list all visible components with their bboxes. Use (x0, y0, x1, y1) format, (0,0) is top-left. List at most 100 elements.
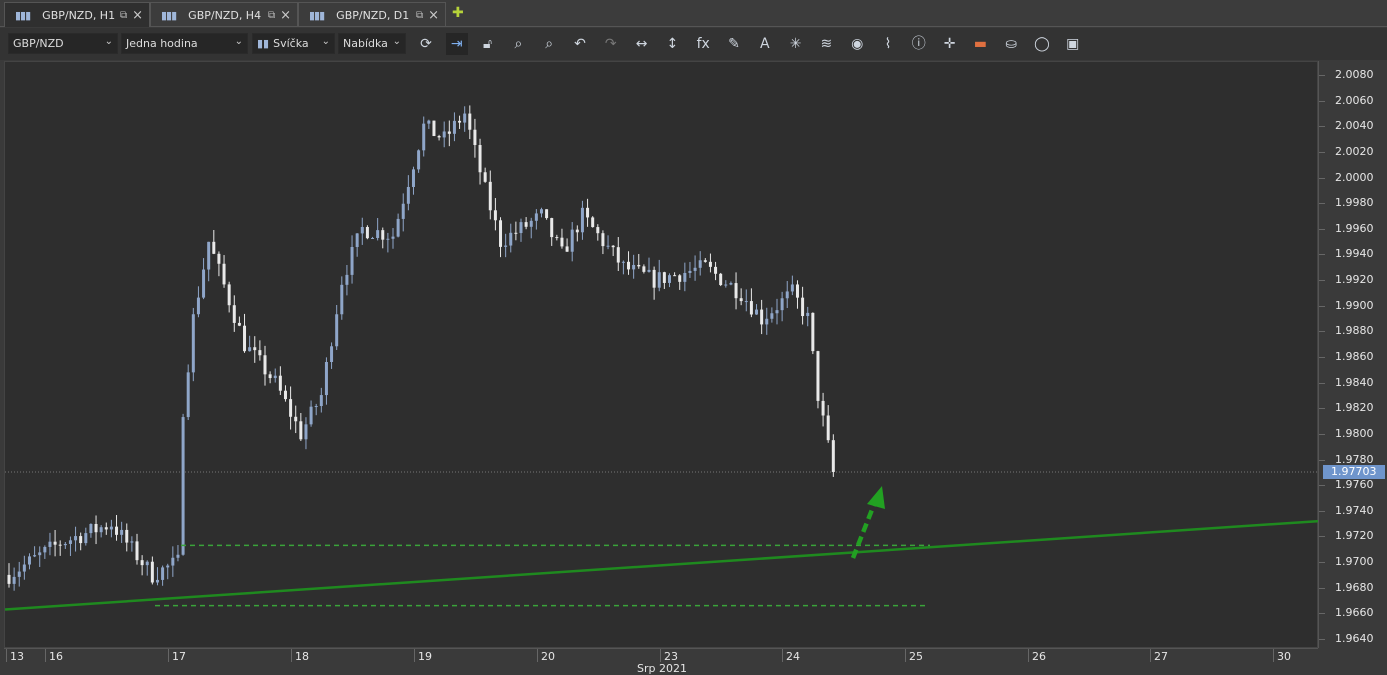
candle-body (785, 291, 789, 299)
text-tool-icon[interactable]: A (754, 33, 776, 55)
candle-body (171, 557, 175, 566)
up-arrow-shaft (850, 501, 878, 559)
detach-icon[interactable]: ⧉ (120, 10, 127, 21)
candle-body (642, 266, 646, 272)
candle-body (514, 232, 518, 234)
candle-body (263, 355, 267, 375)
vertical-resize-icon[interactable]: ↕ (661, 33, 683, 55)
candle-body (724, 284, 728, 286)
close-icon[interactable]: × (132, 8, 143, 23)
candle-body (678, 275, 682, 282)
refresh-icon[interactable]: ⟳ (415, 33, 437, 55)
candle-body (586, 207, 590, 218)
color-palette-icon[interactable]: ▬ (969, 33, 991, 55)
save-icon[interactable]: ▣ (1062, 33, 1084, 55)
candle-body (504, 245, 508, 247)
candle-body (396, 218, 400, 237)
price-label: 1.9960 (1335, 221, 1374, 235)
candle-body (145, 561, 149, 566)
zoom-area-icon[interactable]: ⌕ (538, 33, 560, 55)
horizontal-resize-icon[interactable]: ↔ (631, 33, 653, 55)
price-tick (1319, 100, 1325, 102)
pencil-draw-icon[interactable]: ✎ (723, 33, 745, 55)
day-label: 24 (786, 650, 800, 663)
pattern-tool-icon[interactable]: ✳ (785, 33, 807, 55)
candle-body (478, 145, 482, 173)
candle-body (708, 261, 712, 267)
day-separator (660, 649, 661, 662)
symbol-select[interactable]: GBP/NZD ⌄ (8, 33, 118, 54)
candle-body (289, 399, 293, 417)
tab-gbpnzd-h1[interactable]: ▮▮▮ GBP/NZD, H1 ⧉ × (4, 2, 150, 27)
tab-gbpnzd-h4[interactable]: ▮▮▮ GBP/NZD, H4 ⧉ × (150, 2, 298, 27)
undo-icon[interactable]: ↶ (569, 33, 591, 55)
candle-body (104, 527, 108, 530)
price-type-select[interactable]: Nabídka ⌄ (338, 33, 406, 54)
candle-body (22, 564, 26, 572)
price-tick (1319, 75, 1325, 76)
close-icon[interactable]: × (280, 8, 291, 23)
price-label: 2.0040 (1335, 119, 1374, 133)
candle-body (53, 541, 57, 545)
template-icon[interactable]: ◯ (1031, 33, 1053, 55)
candle-body (780, 298, 784, 311)
candles-icon: ▮▮▮ (15, 8, 31, 22)
candle-body (340, 284, 344, 315)
info-icon[interactable]: ⓘ (908, 33, 930, 55)
indicators-fx-icon[interactable]: fx (692, 33, 714, 55)
candle-body (591, 217, 595, 228)
detach-icon[interactable]: ⧉ (268, 10, 275, 21)
fill-bucket-icon[interactable]: ⛀ (1000, 33, 1022, 55)
candle-body (499, 220, 503, 247)
day-label: 18 (295, 650, 309, 663)
chevron-down-icon: ⌄ (321, 36, 330, 47)
candles-icon: ▮▮▮ (309, 8, 325, 22)
candle-body (698, 260, 702, 268)
auto-scroll-icon[interactable]: ⇥ (445, 33, 468, 55)
redo-icon[interactable]: ↷ (600, 33, 622, 55)
price-label: 2.0080 (1335, 68, 1374, 81)
candle-body (560, 237, 564, 247)
day-separator (168, 649, 169, 662)
candle-body (278, 375, 282, 391)
candle-body (38, 552, 42, 556)
candle-body (570, 229, 574, 252)
visibility-eye-icon[interactable]: ◉ (846, 33, 868, 55)
layers-icon[interactable]: ≋ (815, 33, 837, 55)
candle-body (150, 561, 154, 583)
candle-body (483, 172, 487, 182)
candle-body (580, 207, 584, 233)
candle-body (273, 375, 277, 379)
candle-body (452, 120, 456, 134)
price-label: 1.9880 (1335, 324, 1374, 338)
candle-body (299, 421, 303, 440)
price-axis[interactable]: 1.97703 2.0080 2.0060 2.0040 2.0020 2.0000 1.… (1318, 61, 1387, 648)
candle-body (294, 416, 298, 422)
price-chart[interactable] (4, 61, 1319, 648)
zoom-time-icon[interactable]: ⌕ (507, 33, 529, 55)
alerts-icon[interactable]: ⌇ (877, 33, 899, 55)
day-separator (6, 649, 7, 662)
lock-icon[interactable]: 🔓︎ (477, 33, 499, 55)
tab-gbpnzd-d1[interactable]: ▮▮▮ GBP/NZD, D1 ⧉ × (298, 2, 446, 27)
timeframe-select[interactable]: Jedna hodina ⌄ (121, 33, 248, 54)
candle-body (473, 129, 477, 146)
crosshair-icon[interactable]: ✛ (939, 33, 961, 55)
close-icon[interactable]: × (428, 8, 439, 23)
candle-body (488, 181, 492, 211)
candle-body (365, 227, 369, 239)
time-axis[interactable]: Srp 2021 13 16 17 18 19 20 23 24 25 26 27 30 (4, 648, 1318, 675)
candle-body (755, 309, 759, 315)
current-price-badge: 1.97703 (1323, 464, 1385, 479)
candle-body (831, 440, 835, 472)
candle-body (232, 305, 236, 323)
day-label: 17 (172, 650, 186, 663)
chart-type-select[interactable]: ▮▮ Svíčka ⌄ (252, 33, 335, 54)
detach-icon[interactable]: ⧉ (416, 10, 423, 21)
candle-body (309, 406, 313, 425)
price-tick (1319, 433, 1325, 435)
price-label: 1.9940 (1335, 247, 1374, 261)
add-chart-icon[interactable]: ✚ (452, 5, 464, 21)
candle-body (790, 284, 794, 292)
price-tick (1319, 408, 1325, 410)
